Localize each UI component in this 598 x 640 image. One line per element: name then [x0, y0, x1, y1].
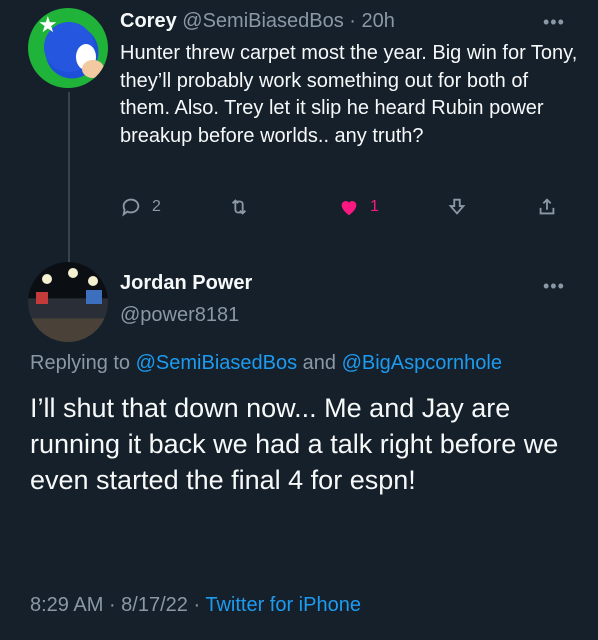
tweet1-header: Corey @SemiBiasedBos · 20h — [120, 10, 395, 33]
reply-icon — [122, 198, 140, 217]
tweet2-text: I’ll shut that down now... Me and Jay ar… — [30, 393, 559, 495]
replying-to-line: Replying to @SemiBiasedBos and @BigAspco… — [30, 352, 502, 375]
download-button[interactable] — [446, 196, 468, 218]
reply-count: 2 — [152, 198, 161, 215]
avatar-light-shape — [42, 274, 52, 284]
avatar-jordan-power[interactable] — [28, 262, 108, 342]
thread-connector-line — [68, 92, 70, 262]
avatar-screen-shape — [86, 290, 102, 304]
tweet2-source-link[interactable]: Twitter for iPhone — [205, 594, 361, 616]
avatar-corey[interactable]: ★ — [28, 8, 108, 88]
share-icon — [539, 198, 555, 215]
like-icon — [341, 201, 357, 216]
tweet1-action-bar: 2 1 — [120, 196, 570, 226]
retweet-icon — [231, 199, 247, 215]
reply-mention-bigaspcornhole[interactable]: @BigAspcornhole — [342, 352, 502, 374]
tweet1-text: Hunter threw carpet most the year. Big w… — [120, 42, 578, 147]
like-count: 1 — [370, 198, 379, 215]
tweet2-date[interactable]: 8/17/22 — [121, 594, 188, 616]
avatar-sign-shape — [36, 292, 48, 304]
tweet1-author-handle[interactable]: @SemiBiasedBos — [182, 10, 343, 32]
tweet1-timestamp[interactable]: 20h — [362, 10, 395, 32]
tweet2-author-handle[interactable]: @power8181 — [120, 304, 239, 327]
download-icon — [448, 198, 466, 215]
tweet2-time[interactable]: 8:29 AM — [30, 594, 103, 616]
like-button[interactable]: 1 — [338, 196, 379, 218]
replying-prefix: Replying to — [30, 352, 136, 374]
retweet-button[interactable] — [228, 196, 250, 218]
star-icon: ★ — [38, 12, 58, 37]
reply-button[interactable]: 2 — [120, 196, 161, 218]
tweet2-more-button[interactable]: ••• — [543, 276, 565, 297]
tweet2-meta: 8:29 AM · 8/17/22 · Twitter for iPhone — [30, 594, 361, 617]
tweet1-author-name[interactable]: Corey — [120, 10, 177, 32]
meta-dot: · — [103, 594, 122, 616]
avatar-light-shape — [88, 276, 98, 286]
replying-and: and — [297, 352, 342, 374]
tweet1-more-button[interactable]: ••• — [543, 12, 565, 33]
meta-dot: · — [187, 594, 206, 616]
reply-mention-semibiasedbos[interactable]: @SemiBiasedBos — [136, 352, 297, 374]
avatar-snout-shape — [82, 60, 104, 78]
avatar-light-shape — [68, 268, 78, 278]
tweet1-separator: · — [343, 10, 362, 32]
tweet2-author-name[interactable]: Jordan Power — [120, 272, 252, 295]
share-button[interactable] — [536, 196, 558, 218]
